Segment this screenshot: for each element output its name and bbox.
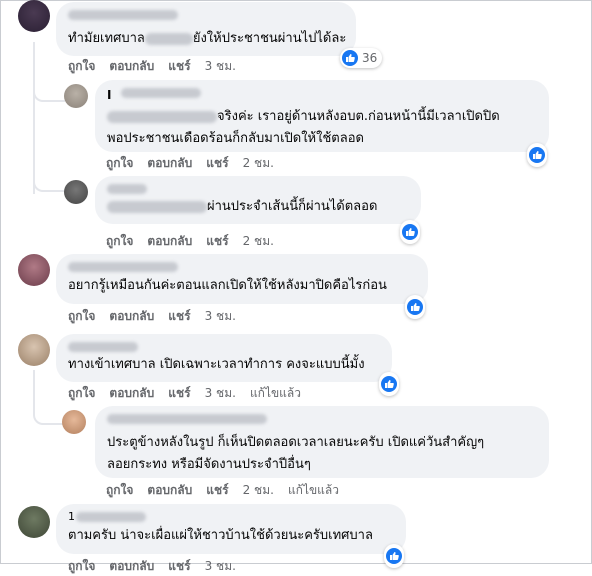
comment-bubble: 1 ตามครับ น่าจะเผื่อแผ่ให้ชาวบ้านใช้ด้วย… xyxy=(56,504,406,554)
like-button[interactable]: ถูกใจ xyxy=(68,386,95,400)
edited-label[interactable]: แก้ไขแล้ว xyxy=(250,386,301,400)
comment-text: จริงค่ะ เราอยู่ด้านหลังอบต.ก่อนหน้านี้มี… xyxy=(107,106,537,128)
edited-label[interactable]: แก้ไขแล้ว xyxy=(288,483,339,497)
like-button[interactable]: ถูกใจ xyxy=(106,234,133,248)
reply-button[interactable]: ตอบกลับ xyxy=(109,59,154,73)
avatar[interactable] xyxy=(64,180,88,204)
reaction-summary[interactable] xyxy=(384,544,404,568)
reply-button[interactable]: ตอบกลับ xyxy=(147,483,192,497)
like-button[interactable]: ถูกใจ xyxy=(68,309,95,323)
reaction-summary[interactable]: 36 xyxy=(340,48,383,68)
avatar[interactable] xyxy=(62,410,86,434)
avatar[interactable] xyxy=(18,506,50,538)
reaction-summary[interactable] xyxy=(379,372,399,396)
share-button[interactable]: แชร์ xyxy=(168,559,190,573)
commenter-name[interactable] xyxy=(68,10,178,20)
like-reaction-icon xyxy=(407,299,423,315)
like-button[interactable]: ถูกใจ xyxy=(68,59,95,73)
timestamp[interactable]: 2 ชม. xyxy=(243,234,274,248)
timestamp[interactable]: 3 ชม. xyxy=(205,559,236,573)
avatar[interactable] xyxy=(18,254,50,286)
commenter-name[interactable] xyxy=(76,512,146,522)
comment-actions: ถูกใจ ตอบกลับ แชร์ 2 ชม. แก้ไขแล้ว xyxy=(106,481,353,500)
name-marker: 1 xyxy=(68,510,75,523)
reaction-summary[interactable] xyxy=(527,143,547,167)
commenter-name[interactable] xyxy=(121,88,201,98)
timestamp[interactable]: 3 ชม. xyxy=(205,59,236,73)
comment-actions: ถูกใจ ตอบกลับ แชร์ 2 ชม. xyxy=(106,232,288,251)
like-reaction-icon xyxy=(342,50,358,66)
like-reaction-icon xyxy=(381,376,397,392)
comment-text: ผ่านประจำเส้นนี้ก็ผ่านได้ตลอด xyxy=(107,198,409,216)
share-button[interactable]: แชร์ xyxy=(168,309,190,323)
name-marker: I xyxy=(107,88,112,102)
like-button[interactable]: ถูกใจ xyxy=(106,483,133,497)
comment-actions: ถูกใจ ตอบกลับ แชร์ 3 ชม. xyxy=(68,307,250,326)
share-button[interactable]: แชร์ xyxy=(168,386,190,400)
avatar[interactable] xyxy=(64,84,88,108)
commenter-name[interactable] xyxy=(107,184,147,194)
like-reaction-icon xyxy=(529,147,545,163)
thread-connector xyxy=(33,150,65,192)
comment-bubble: I จริงค่ะ เราอยู่ด้านหลังอบต.ก่อนหน้านี้… xyxy=(95,80,549,152)
reply-button[interactable]: ตอบกลับ xyxy=(109,386,154,400)
thread-connector xyxy=(33,72,65,102)
comment-actions: ถูกใจ ตอบกลับ แชร์ 3 ชม. xyxy=(68,57,250,76)
comment-bubble: ทางเข้าเทศบาล เปิดเฉพาะเวลาทำการ คงจะแบบ… xyxy=(56,334,392,382)
share-button[interactable]: แชร์ xyxy=(206,156,228,170)
reply-button[interactable]: ตอบกลับ xyxy=(147,234,192,248)
share-button[interactable]: แชร์ xyxy=(168,59,190,73)
redacted-text xyxy=(107,200,207,213)
like-reaction-icon xyxy=(402,224,418,240)
reaction-summary[interactable] xyxy=(400,220,420,244)
avatar[interactable] xyxy=(18,0,50,32)
commenter-name[interactable] xyxy=(68,262,178,272)
comment-bubble: ประตูข้างหลังในรูป ก็เห็นปิดตลอดเวลาเลยน… xyxy=(95,406,549,478)
redacted-text xyxy=(107,110,217,123)
comment-text: พอประชาชนเดือดร้อนก็กลับมาเปิดให้ใช้ตลอด xyxy=(107,131,364,146)
like-reaction-icon xyxy=(386,548,402,564)
reply-button[interactable]: ตอบกลับ xyxy=(109,309,154,323)
reply-button[interactable]: ตอบกลับ xyxy=(147,156,192,170)
timestamp[interactable]: 2 ชม. xyxy=(243,156,274,170)
commenter-name[interactable] xyxy=(107,414,267,424)
comment-bubble: อยากรู้เหมือนกันค่ะตอนแลกเปิดให้ใช้หลังม… xyxy=(56,254,428,304)
comment-text: ประตูข้างหลังในรูป ก็เห็นปิดตลอดเวลาเลยน… xyxy=(107,435,485,450)
comment-actions: ถูกใจ ตอบกลับ แชร์ 2 ชม. xyxy=(106,154,288,173)
share-button[interactable]: แชร์ xyxy=(206,483,228,497)
comment-text: ตามครับ น่าจะเผื่อแผ่ให้ชาวบ้านใช้ด้วยนะ… xyxy=(68,528,373,543)
like-button[interactable]: ถูกใจ xyxy=(68,559,95,573)
comment-bubble: ทำมัยเทศบาล ยังให้ประชาชนผ่านไปได้ละ xyxy=(56,2,356,56)
comment-text: ทำมัยเทศบาล ยังให้ประชาชนผ่านไปได้ละ xyxy=(68,31,347,46)
commenter-name[interactable] xyxy=(68,342,138,352)
like-button[interactable]: ถูกใจ xyxy=(106,156,133,170)
share-button[interactable]: แชร์ xyxy=(206,234,228,248)
thread-connector xyxy=(33,395,63,425)
reply-button[interactable]: ตอบกลับ xyxy=(109,559,154,573)
comment-text: ลอยกระทง หรือมีจัดงานประจำปีอื่นๆ xyxy=(107,457,311,472)
timestamp[interactable]: 3 ชม. xyxy=(205,386,236,400)
reaction-count: 36 xyxy=(362,51,378,65)
comment-text: ทางเข้าเทศบาล เปิดเฉพาะเวลาทำการ คงจะแบบ… xyxy=(68,357,365,372)
avatar[interactable] xyxy=(18,334,50,366)
comment-actions: ถูกใจ ตอบกลับ แชร์ 3 ชม. แก้ไขแล้ว xyxy=(68,384,315,403)
timestamp[interactable]: 2 ชม. xyxy=(243,483,274,497)
timestamp[interactable]: 3 ชม. xyxy=(205,309,236,323)
reaction-summary[interactable] xyxy=(405,295,425,319)
comment-bubble: ผ่านประจำเส้นนี้ก็ผ่านได้ตลอด xyxy=(95,176,421,224)
comment-actions: ถูกใจ ตอบกลับ แชร์ 3 ชม. xyxy=(68,557,250,576)
redacted-text xyxy=(144,32,193,45)
comment-text: อยากรู้เหมือนกันค่ะตอนแลกเปิดให้ใช้หลังม… xyxy=(68,278,387,293)
